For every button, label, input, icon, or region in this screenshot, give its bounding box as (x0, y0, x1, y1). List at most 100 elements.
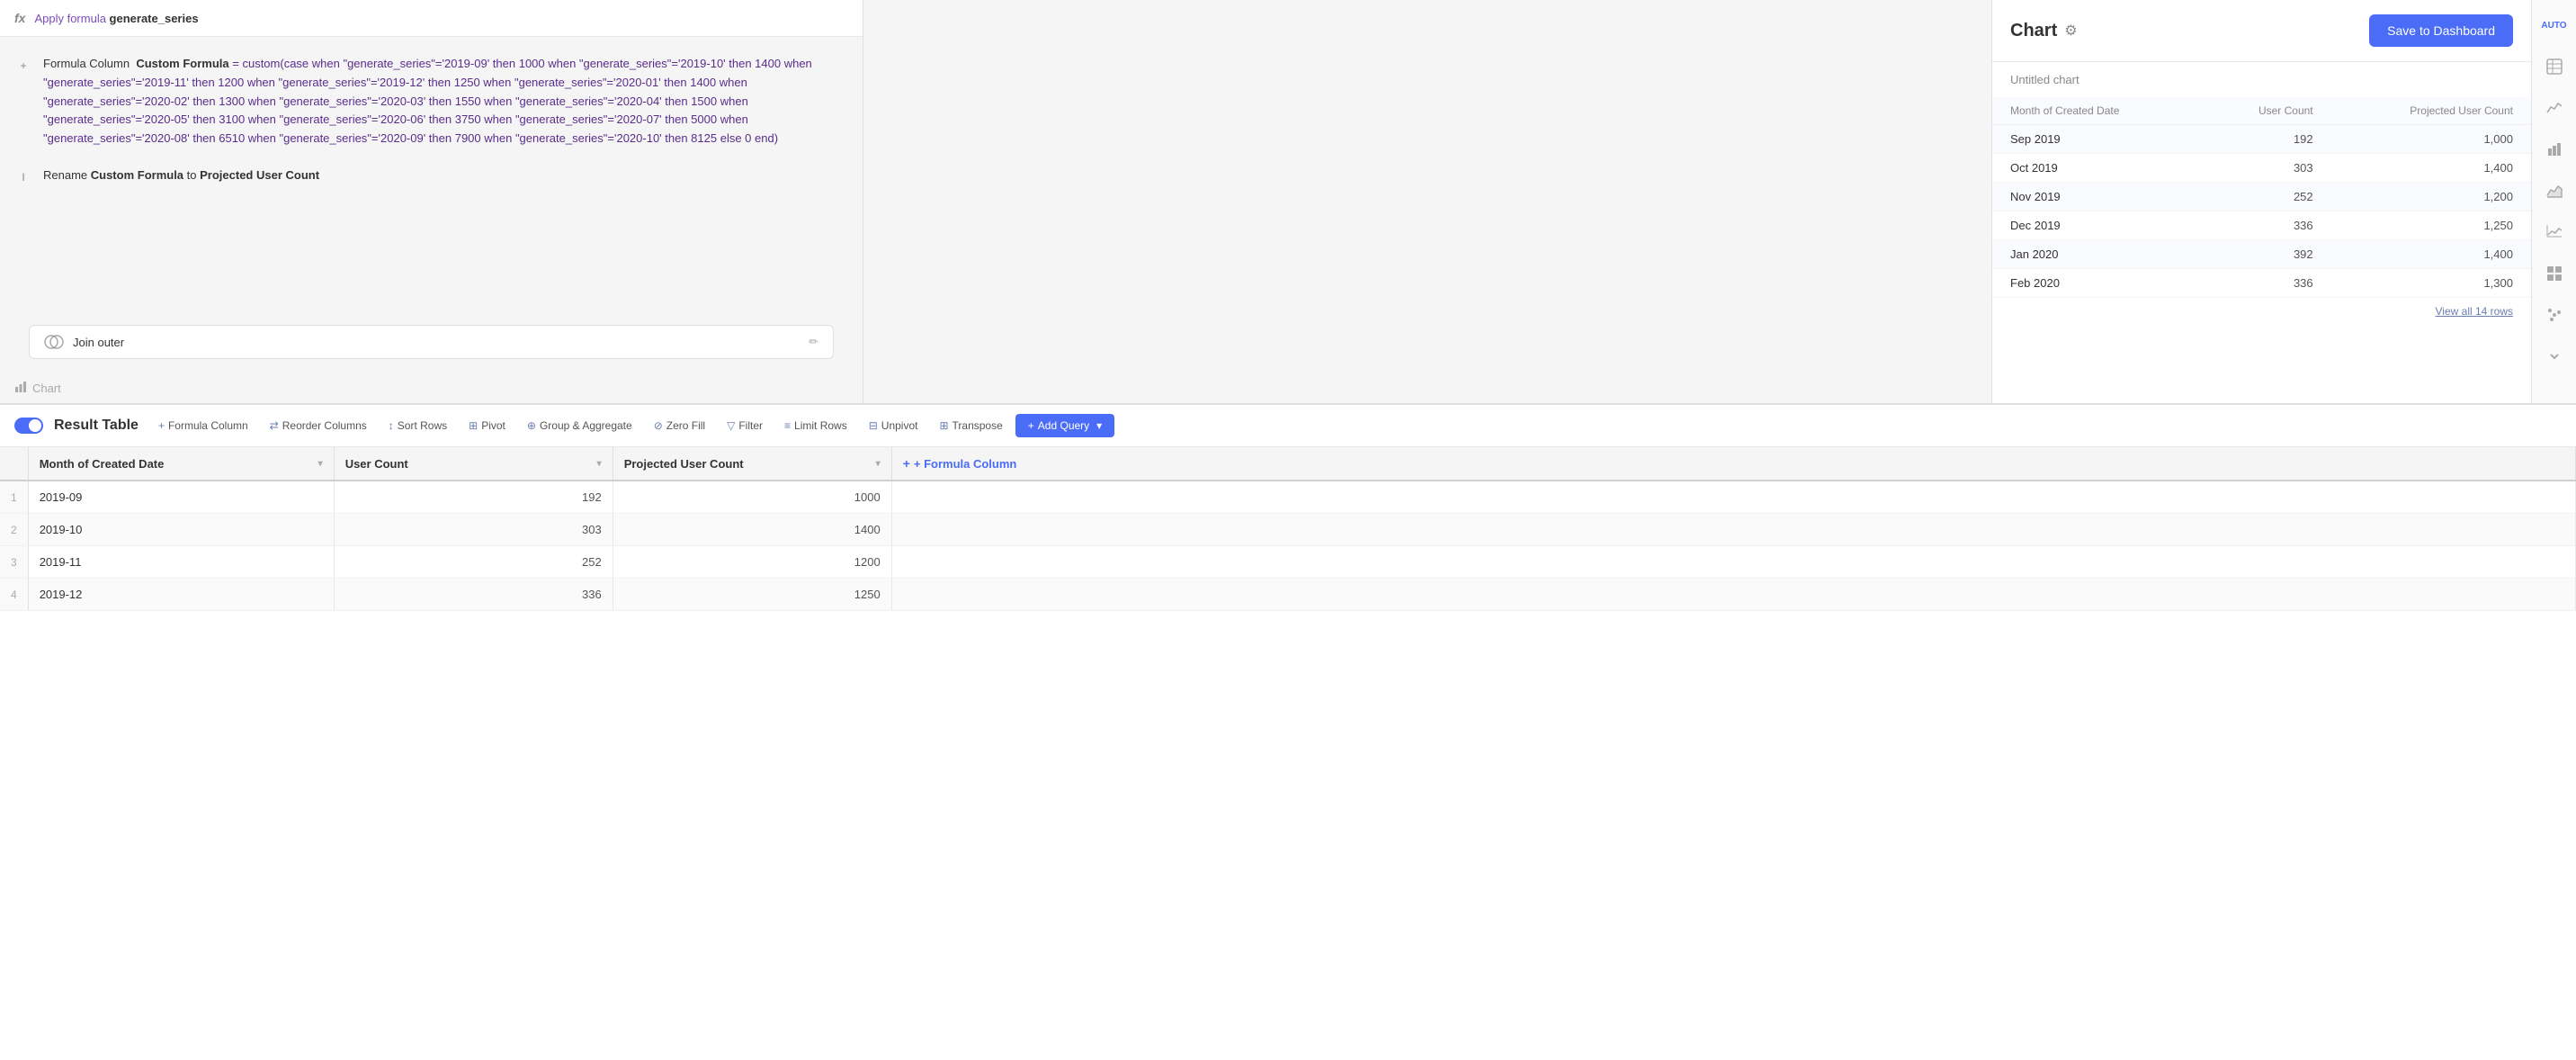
row-projected: 1400 (613, 514, 891, 546)
month-col-dropdown-icon[interactable]: ▾ (318, 459, 323, 469)
chart-row-month: Sep 2019 (1992, 125, 2201, 154)
formula-function: generate_series (110, 12, 199, 25)
line-chart-sidebar-icon[interactable] (2540, 94, 2569, 122)
transpose-button[interactable]: ⊞ Transpose (930, 414, 1011, 437)
usercount-col-dropdown-icon[interactable]: ▾ (597, 459, 602, 469)
row-month: 2019-11 (28, 546, 334, 579)
add-query-label: Add Query (1038, 419, 1089, 432)
chart-row-usercount: 336 (2201, 211, 2331, 240)
month-col-label: Month of Created Date (40, 457, 165, 471)
usercount-col-header[interactable]: User Count ▾ (334, 447, 613, 481)
step1-label: Formula Column (43, 57, 130, 70)
toolbar-toggle (14, 418, 43, 434)
chart-header: Chart ⚙ Save to Dashboard (1992, 0, 2531, 62)
usercount-col-label: User Count (345, 457, 408, 471)
save-dashboard-button[interactable]: Save to Dashboard (2369, 14, 2513, 47)
chart-gear-icon[interactable]: ⚙ (2064, 22, 2077, 40)
step1-eq: = (232, 57, 242, 70)
sort-icon: ↕ (389, 419, 394, 432)
join-icon (44, 335, 64, 349)
pivot-label: Pivot (481, 419, 505, 432)
step1-content: Formula Column Custom Formula = custom(c… (43, 55, 848, 148)
formula-column-icon: + (158, 419, 165, 432)
limit-rows-button[interactable]: ≡ Limit Rows (775, 414, 856, 437)
chevron-down-icon[interactable] (2540, 342, 2569, 371)
formula-col-header[interactable]: + + Formula Column (891, 447, 2575, 481)
unpivot-button[interactable]: ⊟ Unpivot (860, 414, 927, 437)
projected-col-label: Projected User Count (624, 457, 744, 471)
group-icon: ⊕ (527, 419, 536, 432)
month-col-header[interactable]: Month of Created Date ▾ (28, 447, 334, 481)
sort-rows-button[interactable]: ↕ Sort Rows (380, 414, 456, 437)
data-table: Month of Created Date ▾ User Count ▾ (0, 447, 2576, 611)
chart-tab-icon (14, 381, 27, 396)
join-bar-wrapper: Join outer ✏ (0, 310, 863, 373)
rename-icon: I (14, 168, 32, 186)
chart-data-table: Month of Created Date User Count Project… (1992, 97, 2531, 325)
join-edit-icon[interactable]: ✏ (809, 335, 818, 349)
data-table-wrapper: Month of Created Date ▾ User Count ▾ (0, 447, 2576, 1060)
formula-column-button[interactable]: + Formula Column (149, 414, 257, 437)
limit-label: Limit Rows (794, 419, 847, 432)
group-label: Group & Aggregate (540, 419, 632, 432)
add-formula-col-icon: + (903, 456, 910, 471)
table-view-icon[interactable] (2540, 52, 2569, 81)
row-projected: 1000 (613, 481, 891, 514)
formula-prefix: Apply formula (34, 12, 109, 25)
step-rename: I Rename Custom Formula to Projected Use… (0, 157, 863, 195)
formula-icon: fx (14, 11, 25, 25)
plus-icon[interactable]: + (14, 57, 32, 75)
pivot-button[interactable]: ⊞ Pivot (460, 414, 514, 437)
auto-icon[interactable]: AUTO (2540, 11, 2569, 40)
chart-table-row: Oct 2019 303 1,400 (1992, 154, 2531, 183)
chart-table-row: Nov 2019 252 1,200 (1992, 183, 2531, 211)
toggle-switch[interactable] (14, 418, 43, 434)
scatter-sidebar-icon[interactable] (2540, 218, 2569, 247)
chart-col-projected: Projected User Count (2331, 97, 2531, 125)
step1-keyword: Custom Formula (136, 57, 228, 70)
filter-icon: ▽ (727, 419, 735, 432)
area-chart-sidebar-icon[interactable] (2540, 176, 2569, 205)
chart-row-projected: 1,300 (2331, 269, 2531, 298)
steps-area: + Formula Column Custom Formula = custom… (0, 37, 863, 310)
group-aggregate-button[interactable]: ⊕ Group & Aggregate (518, 414, 641, 437)
chart-row-month: Oct 2019 (1992, 154, 2201, 183)
transpose-label: Transpose (953, 419, 1003, 432)
filter-label: Filter (738, 419, 763, 432)
add-query-icon: + (1028, 419, 1034, 432)
table-row: 1 2019-09 192 1000 (0, 481, 2576, 514)
limit-icon: ≡ (784, 419, 791, 432)
chart-subtitle: Untitled chart (1992, 62, 2531, 97)
grid-sidebar-icon[interactable] (2540, 259, 2569, 288)
row-number: 4 (0, 579, 28, 611)
unpivot-label: Unpivot (881, 419, 918, 432)
unpivot-icon: ⊟ (869, 419, 878, 432)
chart-tab[interactable]: Chart (0, 373, 863, 403)
chart-table-row: Feb 2020 336 1,300 (1992, 269, 2531, 298)
filter-button[interactable]: ▽ Filter (718, 414, 772, 437)
chart-row-month: Jan 2020 (1992, 240, 2201, 269)
dot-sidebar-icon[interactable] (2540, 301, 2569, 329)
projected-col-header[interactable]: Projected User Count ▾ (613, 447, 891, 481)
chart-row-usercount: 336 (2201, 269, 2331, 298)
row-projected: 1200 (613, 546, 891, 579)
view-all-link[interactable]: View all 14 rows (1992, 298, 2531, 325)
reorder-columns-button[interactable]: ⇄ Reorder Columns (261, 414, 376, 437)
row-month: 2019-12 (28, 579, 334, 611)
row-formula (891, 546, 2575, 579)
add-formula-col-label: + Formula Column (914, 457, 1016, 471)
row-formula (891, 481, 2575, 514)
view-all-text[interactable]: View all 14 rows (2436, 305, 2513, 318)
join-bar[interactable]: Join outer ✏ (29, 325, 834, 359)
bar-chart-sidebar-icon[interactable] (2540, 135, 2569, 164)
step-formula-column: + Formula Column Custom Formula = custom… (0, 46, 863, 157)
row-usercount: 303 (334, 514, 613, 546)
chart-row-month: Dec 2019 (1992, 211, 2201, 240)
chart-col-month: Month of Created Date (1992, 97, 2201, 125)
zero-fill-button[interactable]: ⊘ Zero Fill (645, 414, 714, 437)
add-query-button[interactable]: + Add Query ▾ (1015, 414, 1114, 437)
row-month: 2019-10 (28, 514, 334, 546)
row-usercount: 252 (334, 546, 613, 579)
row-usercount: 336 (334, 579, 613, 611)
projected-col-dropdown-icon[interactable]: ▾ (876, 459, 881, 469)
